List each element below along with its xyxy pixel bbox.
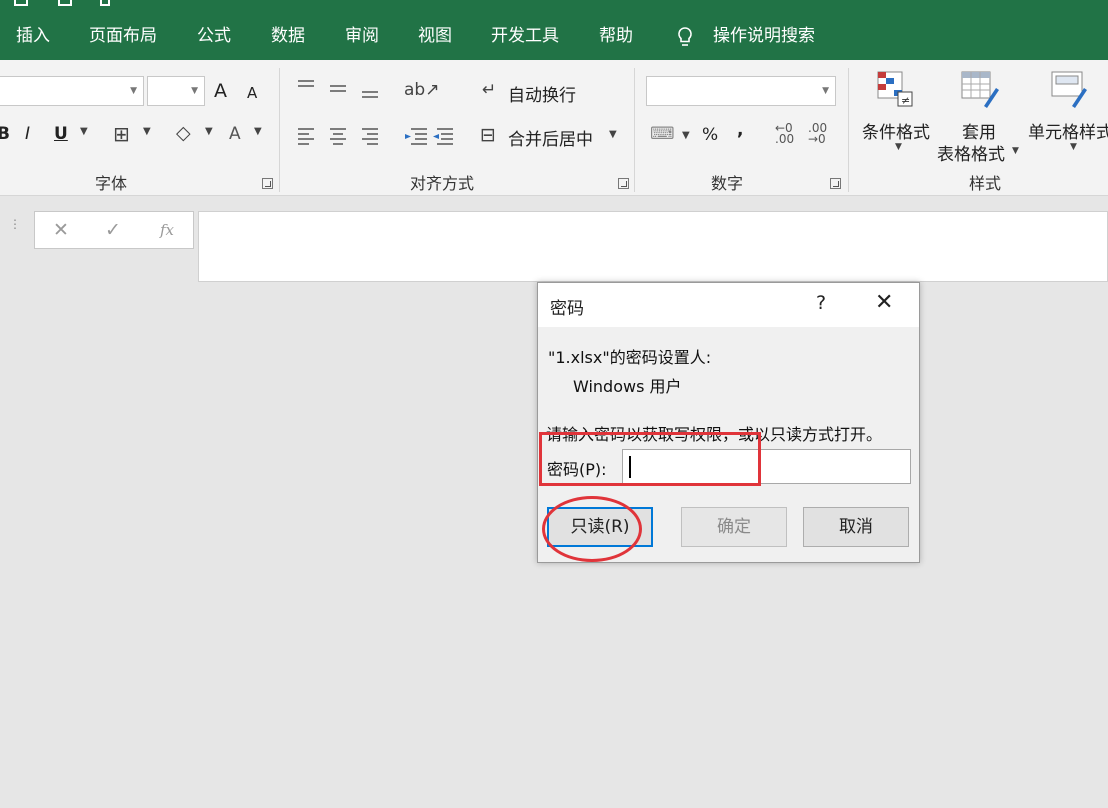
formula-bar: ⋮ ✕ ✓ fx xyxy=(0,197,1108,283)
chevron-down-icon[interactable]: ▼ xyxy=(895,142,902,152)
owner-line: "1.xlsx"的密码设置人: xyxy=(548,348,712,367)
chevron-down-icon[interactable]: ▼ xyxy=(143,126,151,137)
font-color-button[interactable]: A xyxy=(229,124,241,144)
currency-icon[interactable]: ⌨ xyxy=(650,124,675,144)
cancel-entry-icon[interactable]: ✕ xyxy=(53,219,69,241)
cancel-button[interactable]: 取消 xyxy=(803,507,909,547)
alignment-group-label: 对齐方式 xyxy=(410,174,475,193)
increase-decimal-icon[interactable]: ←0.00 xyxy=(775,122,794,145)
tab-page-layout[interactable]: 页面布局 xyxy=(89,22,157,50)
format-as-table-button[interactable]: 表格格式 xyxy=(937,140,1005,165)
tab-formulas[interactable]: 公式 xyxy=(197,22,231,50)
comma-button[interactable]: , xyxy=(737,120,743,140)
underline-button[interactable]: U xyxy=(54,124,68,144)
undo-icon[interactable] xyxy=(58,0,72,6)
confirm-entry-icon[interactable]: ✓ xyxy=(105,219,121,241)
font-size-combo[interactable]: ▼ xyxy=(147,76,205,106)
number-format-combo[interactable]: ▼ xyxy=(646,76,836,106)
dialog-title-bar: 密码 ? ✕ xyxy=(538,283,919,327)
fill-color-icon[interactable]: ◇ xyxy=(176,122,191,144)
vertical-align-icons[interactable] xyxy=(296,78,386,100)
dialog-title: 密码 xyxy=(550,299,584,319)
formula-input[interactable] xyxy=(198,211,1108,282)
group-separator xyxy=(279,68,280,192)
ok-button[interactable]: 确定 xyxy=(681,507,787,547)
format-as-table-icon[interactable] xyxy=(960,70,1000,110)
group-separator xyxy=(634,68,635,192)
chevron-down-icon[interactable]: ▼ xyxy=(682,130,690,141)
percent-button[interactable]: % xyxy=(702,125,718,145)
tab-help[interactable]: 帮助 xyxy=(599,22,633,50)
close-button[interactable]: ✕ xyxy=(875,290,893,315)
wrap-text-button[interactable]: 自动换行 xyxy=(508,81,576,106)
chevron-down-icon[interactable]: ▼ xyxy=(254,126,262,137)
horizontal-align-icons[interactable] xyxy=(296,126,386,148)
italic-button[interactable]: I xyxy=(25,124,30,144)
merge-icon[interactable]: ⊟ xyxy=(480,124,496,146)
font-dialog-launcher[interactable] xyxy=(262,178,273,189)
menu-bar: 插入 页面布局 公式 数据 审阅 视图 开发工具 帮助 操作说明搜索 xyxy=(0,0,1108,60)
border-icon[interactable]: ⊞ xyxy=(113,122,130,146)
group-separator xyxy=(848,68,849,192)
chevron-down-icon[interactable]: ▼ xyxy=(1070,142,1077,152)
orientation-icon[interactable]: ab↗ xyxy=(404,80,439,100)
tab-developer[interactable]: 开发工具 xyxy=(491,22,559,50)
font-name-combo[interactable]: ▼ xyxy=(0,76,144,106)
chevron-down-icon[interactable]: ▼ xyxy=(205,126,213,137)
cell-styles-icon[interactable] xyxy=(1050,70,1090,110)
number-dialog-launcher[interactable] xyxy=(830,178,841,189)
highlight-circle xyxy=(542,496,642,562)
tab-view[interactable]: 视图 xyxy=(418,22,452,50)
help-button[interactable]: ? xyxy=(816,292,826,314)
cell-styles-button[interactable]: 单元格样式 xyxy=(1028,118,1108,143)
tab-data[interactable]: 数据 xyxy=(271,22,305,50)
increase-font-button[interactable]: A xyxy=(214,80,227,102)
decrease-decimal-icon[interactable]: .00 →0 xyxy=(808,122,827,145)
owner-name: Windows 用户 xyxy=(573,377,682,396)
tab-insert[interactable]: 插入 xyxy=(16,22,50,50)
tell-me-search[interactable]: 操作说明搜索 xyxy=(713,22,815,50)
styles-group-label: 样式 xyxy=(969,174,1002,193)
ribbon: ▼ ▼ A A B I U ▼ ⊞ ▼ ◇ ▼ A ▼ 字体 ab↗ ↵ 自动换… xyxy=(0,60,1108,196)
chevron-down-icon[interactable]: ▼ xyxy=(1012,146,1019,156)
merge-center-button[interactable]: 合并后居中 xyxy=(508,125,593,150)
lightbulb-icon xyxy=(678,27,692,46)
chevron-down-icon[interactable]: ▼ xyxy=(609,129,617,140)
alignment-dialog-launcher[interactable] xyxy=(618,178,629,189)
bold-button[interactable]: B xyxy=(0,124,10,144)
tab-review[interactable]: 审阅 xyxy=(345,22,379,50)
redo-icon[interactable] xyxy=(100,0,110,6)
quick-access-toolbar xyxy=(0,0,1108,10)
font-group-label: 字体 xyxy=(95,174,128,193)
number-group-label: 数字 xyxy=(711,174,744,193)
formula-buttons: ✕ ✓ fx xyxy=(34,211,194,249)
wrap-text-icon[interactable]: ↵ xyxy=(482,80,496,100)
highlight-box xyxy=(539,432,761,486)
indent-icons[interactable] xyxy=(403,126,461,148)
decrease-font-button[interactable]: A xyxy=(247,84,257,102)
conditional-format-icon[interactable]: ≠ xyxy=(876,70,916,110)
conditional-format-button[interactable]: 条件格式 xyxy=(862,118,930,143)
more-icon[interactable]: ⋮ xyxy=(9,218,21,241)
insert-function-icon[interactable]: fx xyxy=(160,221,174,239)
svg-text:≠: ≠ xyxy=(901,94,910,107)
save-icon[interactable] xyxy=(14,0,28,6)
chevron-down-icon[interactable]: ▼ xyxy=(80,126,88,137)
